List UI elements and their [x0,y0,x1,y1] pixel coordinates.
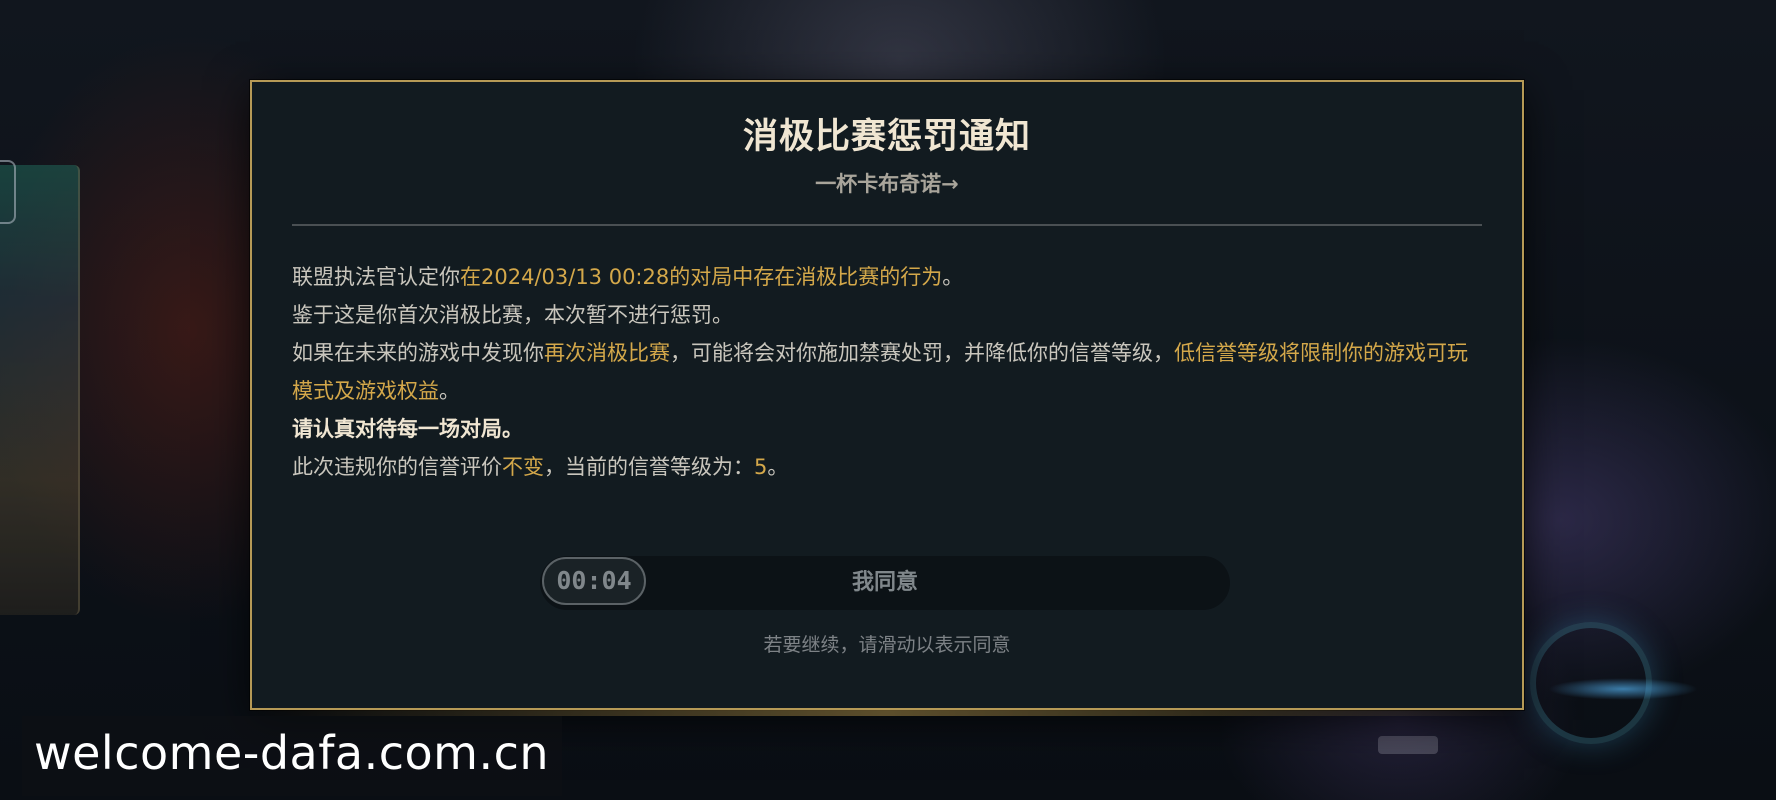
honor-level-value: 5 [754,455,768,479]
dialog-title: 消极比赛惩罚通知 [742,117,1031,157]
violation-time-highlight: 在2024/03/13 00:28的对局中存在消极比赛的行为 [460,265,943,289]
notice-body: 联盟执法官认定你在2024/03/13 00:28的对局中存在消极比赛的行为。 … [292,258,1488,486]
title-divider [292,224,1482,226]
background-button [1378,736,1438,754]
background-blue-glow [1548,678,1698,700]
repeat-offense-highlight: 再次消极比赛 [544,341,670,365]
notice-line-1: 联盟执法官认定你在2024/03/13 00:28的对局中存在消极比赛的行为。 [292,265,964,289]
notice-line-4: 请认真对待每一场对局。 [292,417,523,441]
penalty-notice-dialog: 消极比赛惩罚通知 一杯卡布奇诺→ 联盟执法官认定你在2024/03/13 00:… [250,80,1524,716]
notice-line-5: 此次违规你的信誉评价不变，当前的信誉等级为：5。 [292,455,789,479]
rating-unchanged-highlight: 不变 [502,455,544,479]
slide-hint-text: 若要继续，请滑动以表示同意 [763,634,1011,656]
agree-slider[interactable]: 我同意 00:04 [540,556,1230,610]
notice-line-3: 如果在未来的游戏中发现你再次消极比赛，可能将会对你施加禁赛处罚，并降低你的信誉等… [292,341,1468,403]
notice-line-2: 鉴于这是你首次消极比赛，本次暂不进行惩罚。 [292,303,733,327]
slider-handle-timer[interactable]: 00:04 [542,557,646,605]
watermark-text: welcome-dafa.com.cn [34,726,550,780]
background-side-panel [0,165,80,615]
dialog-subtitle: 一杯卡布奇诺→ [815,172,959,196]
background-hex-frame [0,160,16,224]
